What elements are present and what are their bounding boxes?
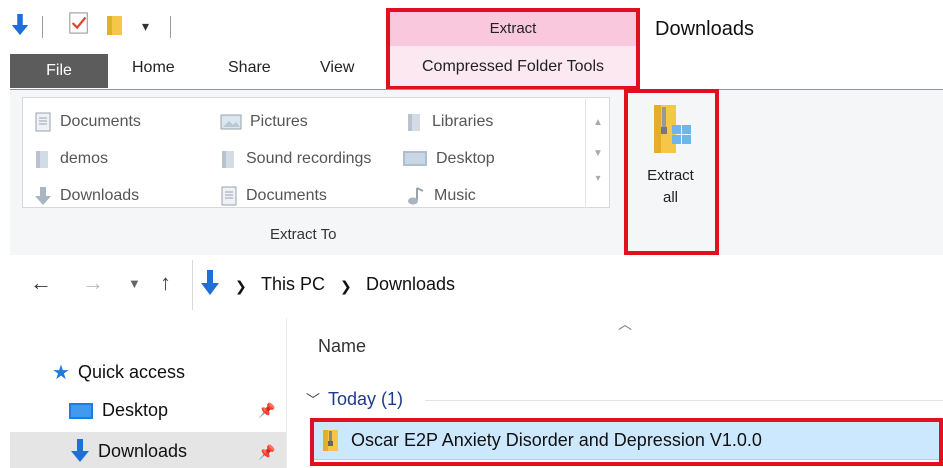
breadcrumb-separator-icon[interactable]: ❯ (340, 278, 352, 295)
sort-ascending-icon: ︿ (618, 316, 632, 332)
gallery-item-pictures[interactable]: Pictures (220, 112, 308, 132)
nav-downloads[interactable]: Downloads (70, 439, 187, 463)
gallery-item-label: Libraries (432, 113, 494, 130)
scroll-up-icon[interactable]: ▲ (586, 117, 610, 128)
nav-desktop-label: Desktop (102, 400, 169, 420)
tab-file[interactable]: File (10, 54, 108, 88)
gallery-item-label: Pictures (250, 113, 308, 130)
window-title: Downloads (655, 18, 754, 40)
group-header-today[interactable]: ﹀ Today (1) (306, 389, 403, 410)
gallery-item-libraries[interactable]: Libraries (406, 112, 493, 132)
nav-quick-access[interactable]: ★ Quick access (52, 360, 185, 385)
gallery-item-label: Desktop (436, 150, 495, 167)
gallery-item-label: Downloads (60, 187, 140, 204)
scroll-down-icon[interactable]: ▼ (586, 148, 610, 159)
breadcrumb-downloads[interactable]: Downloads (366, 274, 455, 295)
breadcrumb-separator-icon[interactable]: ❯ (235, 278, 247, 295)
recent-locations-chevron-icon[interactable]: ▼ (128, 276, 141, 291)
gallery-item-downloads[interactable]: Downloads (34, 186, 139, 206)
folder-icon (222, 151, 234, 168)
tab-share[interactable]: Share (228, 59, 271, 77)
gallery-item-label: Documents (60, 113, 141, 130)
highlight-extract-tab (386, 8, 640, 90)
group-collapse-chevron-icon[interactable]: ﹀ (306, 390, 320, 410)
pictures-icon (220, 114, 242, 130)
highlight-extract-all (624, 89, 719, 255)
qat-customize-icon[interactable]: ▾ (142, 18, 149, 35)
up-arrow-icon[interactable]: ↑ (160, 270, 171, 296)
qat-separator (170, 16, 171, 38)
music-icon (408, 187, 424, 205)
pin-icon[interactable]: 📌 (258, 444, 275, 461)
highlight-file-row (310, 418, 943, 466)
gallery-item-desktop[interactable]: Desktop (402, 149, 495, 169)
pin-icon[interactable]: 📌 (258, 402, 275, 419)
gallery-item-label: Sound recordings (246, 150, 372, 167)
gallery-item-documents-2[interactable]: Documents (220, 186, 327, 206)
downloads-location-icon (201, 270, 219, 295)
column-header-name[interactable]: Name (318, 336, 366, 357)
gallery-item-sound-recordings[interactable]: Sound recordings (220, 149, 371, 169)
desktop-icon (69, 402, 93, 419)
back-arrow-icon[interactable]: ← (30, 270, 52, 296)
gallery-item-label: Music (434, 187, 476, 204)
download-icon (71, 439, 89, 462)
gallery-item-music[interactable]: Music (404, 186, 476, 206)
desktop-icon (403, 151, 427, 166)
download-icon (35, 187, 51, 205)
forward-arrow-icon[interactable]: → (82, 270, 104, 296)
gallery-item-label: demos (60, 150, 109, 167)
nav-downloads-label: Downloads (98, 440, 188, 461)
tab-home[interactable]: Home (132, 59, 175, 77)
new-folder-icon[interactable] (106, 14, 124, 36)
group-label-extract-to: Extract To (270, 226, 337, 243)
folder-icon (408, 114, 420, 131)
pane-divider[interactable] (286, 318, 287, 468)
gallery-scrollbar[interactable]: ▲ ▼ ▾ (585, 97, 610, 208)
document-icon (35, 112, 51, 132)
tab-view[interactable]: View (320, 59, 354, 77)
gallery-item-label: Documents (246, 187, 327, 204)
nav-desktop[interactable]: Desktop (68, 400, 168, 421)
document-icon (221, 186, 237, 206)
breadcrumb-this-pc[interactable]: This PC (261, 274, 325, 295)
star-icon: ★ (52, 362, 70, 384)
gallery-item-demos[interactable]: demos (34, 149, 108, 169)
group-header-label: Today (1) (328, 389, 404, 409)
qat-separator (42, 16, 43, 38)
download-arrow-icon[interactable] (10, 14, 30, 36)
gallery-more-icon[interactable]: ▾ (586, 173, 610, 184)
nav-quick-access-label: Quick access (77, 362, 185, 382)
folder-icon (36, 151, 48, 168)
gallery-item-documents[interactable]: Documents (34, 112, 141, 132)
properties-check-icon[interactable] (68, 12, 90, 34)
group-divider-line (425, 400, 943, 401)
